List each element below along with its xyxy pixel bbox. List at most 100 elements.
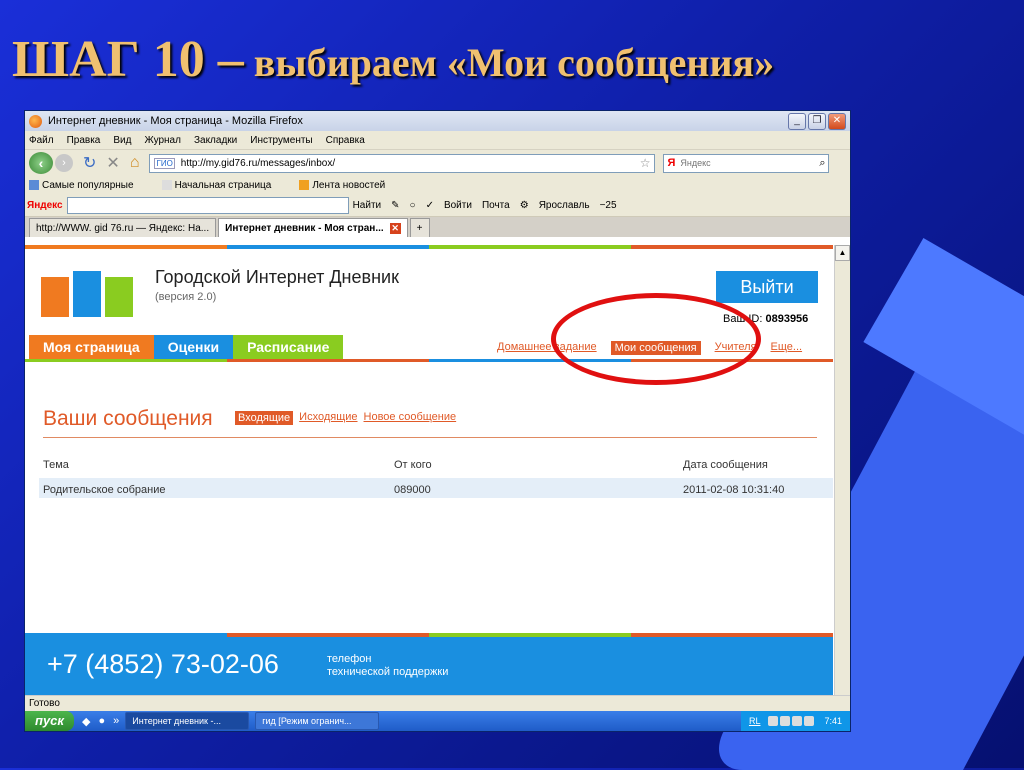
yandex-logo[interactable]: Яндекс xyxy=(27,200,63,211)
navigation-toolbar: ‹ › ↻ ✕ ⌂ ГИО ☆ Я ⌕ xyxy=(25,150,850,176)
browser-window: Интернет дневник - Моя страница - Mozill… xyxy=(24,110,851,732)
firefox-icon xyxy=(29,114,42,128)
bookmark-star-icon[interactable]: ☆ xyxy=(640,156,651,170)
close-button[interactable]: ✕ xyxy=(828,112,846,130)
window-title: Интернет дневник - Моя страница - Mozill… xyxy=(48,115,303,127)
scroll-up-icon[interactable]: ▲ xyxy=(835,245,850,261)
new-tab-button[interactable]: + xyxy=(409,218,430,237)
tab-schedule[interactable]: Расписание xyxy=(233,335,344,359)
check-icon[interactable]: ✓ xyxy=(426,200,434,211)
search-input[interactable] xyxy=(678,157,820,169)
support-line: технической поддержки xyxy=(327,666,449,678)
nav-more[interactable]: Еще... xyxy=(771,341,803,355)
menu-bookmarks[interactable]: Закладки xyxy=(194,135,237,146)
bookmarks-toolbar: Самые популярные Начальная страница Лент… xyxy=(25,176,850,194)
quick-launch-icon[interactable]: » xyxy=(113,715,119,727)
site-title: Городской Интернет Дневник xyxy=(155,267,399,287)
status-bar: Готово xyxy=(25,695,850,712)
quick-launch-icon[interactable]: ◆ xyxy=(82,715,90,728)
tray-icon[interactable] xyxy=(804,716,815,726)
reload-icon[interactable]: ↻ xyxy=(83,153,96,173)
vertical-scrollbar[interactable]: ▲ xyxy=(834,245,850,695)
tab-grades[interactable]: Оценки xyxy=(153,335,234,359)
bookmark-label: Начальная страница xyxy=(174,179,272,191)
tab-label: http://WWW. gid 76.ru — Яндекс: На... xyxy=(36,222,210,234)
yandex-search-icon: Я xyxy=(667,157,676,169)
bookmark-icon xyxy=(29,179,39,190)
yandex-mail-button[interactable]: Почта xyxy=(482,200,510,211)
menu-file[interactable]: Файл xyxy=(29,135,54,146)
start-button[interactable]: пуск xyxy=(25,711,74,731)
message-date: 2011-02-08 10:31:40 xyxy=(683,484,785,496)
column-header-date: Дата сообщения xyxy=(683,459,768,471)
messages-tabs: Входящие Исходящие Новое сообщение xyxy=(235,411,462,425)
bookmark-item[interactable]: Лента новостей xyxy=(299,180,399,191)
messages-heading: Ваши сообщения xyxy=(43,407,213,430)
tray-icon[interactable] xyxy=(792,716,803,726)
logout-button[interactable]: Выйти xyxy=(716,271,818,303)
column-header-from: От кого xyxy=(394,459,432,471)
tab-diary[interactable]: Интернет дневник - Моя стран... ✕ xyxy=(218,218,408,237)
gear-icon[interactable]: ⚙ xyxy=(520,200,529,211)
yandex-city: Ярославль xyxy=(538,199,590,211)
quick-launch-icon[interactable]: ● xyxy=(98,715,105,727)
weather-value: −25 xyxy=(599,199,617,211)
url-bar[interactable]: ГИО ☆ xyxy=(149,153,656,173)
tab-label: Интернет дневник - Моя стран... xyxy=(225,222,384,234)
menu-bar: Файл Правка Вид Журнал Закладки Инструме… xyxy=(25,131,850,150)
menu-view[interactable]: Вид xyxy=(113,135,131,146)
messages-inbox-tab[interactable]: Входящие xyxy=(235,411,294,425)
home-icon[interactable]: ⌂ xyxy=(130,154,140,172)
page-content: Городской Интернет Дневник (версия 2.0) … xyxy=(25,245,833,695)
taskbar: пуск ◆ ● » Интернет дневник -... гид [Ре… xyxy=(25,711,850,731)
message-from: 089000 xyxy=(394,484,431,496)
support-phone: +7 (4852) 73-02-06 xyxy=(47,649,279,679)
taskbar-button-presentation[interactable]: гид [Режим огранич... xyxy=(255,712,380,730)
site-version: (версия 2.0) xyxy=(155,291,217,303)
tray-icon[interactable] xyxy=(768,716,779,726)
message-subject[interactable]: Родительское собрание xyxy=(43,484,165,496)
tab-bar: http://WWW. gid 76.ru — Яндекс: На... Ин… xyxy=(25,217,850,237)
yandex-toolbar: Яндекс Найти ✎ ○ ✓ Войти Почта ⚙ Ярослав… xyxy=(25,194,850,217)
bookmark-label: Лента новостей xyxy=(312,179,386,191)
minimize-button[interactable]: _ xyxy=(788,112,806,130)
clock: 7:41 xyxy=(824,716,842,726)
search-bar[interactable]: Я ⌕ xyxy=(663,153,830,173)
support-label: телефон технической поддержки xyxy=(327,653,448,679)
column-header-subject: Тема xyxy=(43,459,69,471)
maximize-button[interactable]: ❐ xyxy=(808,112,826,130)
slide-title-step: ШАГ 10 – xyxy=(12,31,244,88)
menu-edit[interactable]: Правка xyxy=(67,135,101,146)
yandex-search-input[interactable] xyxy=(66,196,349,214)
system-tray: RL 7:41 xyxy=(740,711,850,731)
taskbar-button-firefox[interactable]: Интернет дневник -... xyxy=(125,712,250,730)
divider xyxy=(43,437,817,438)
highlight-circle xyxy=(551,293,761,385)
back-button[interactable]: ‹ xyxy=(29,152,53,174)
support-line: телефон xyxy=(327,653,372,665)
close-tab-icon[interactable]: ✕ xyxy=(389,222,401,234)
site-logo xyxy=(41,271,133,317)
forward-button[interactable]: › xyxy=(55,154,73,172)
menu-help[interactable]: Справка xyxy=(326,135,365,146)
menu-tools[interactable]: Инструменты xyxy=(250,135,312,146)
bookmark-item[interactable]: Начальная страница xyxy=(161,179,286,191)
yandex-login-button[interactable]: Войти xyxy=(444,200,472,211)
tab-my-page[interactable]: Моя страница xyxy=(29,335,154,359)
language-indicator[interactable]: RL xyxy=(749,716,761,726)
url-input[interactable] xyxy=(178,156,640,170)
page-icon xyxy=(161,179,172,190)
chat-icon[interactable]: ○ xyxy=(410,200,416,211)
yandex-find-button[interactable]: Найти xyxy=(353,200,382,211)
bookmark-item[interactable]: Самые популярные xyxy=(29,180,148,191)
menu-history[interactable]: Журнал xyxy=(144,135,181,146)
pencil-icon[interactable]: ✎ xyxy=(391,200,399,211)
tab-yandex[interactable]: http://WWW. gid 76.ru — Яндекс: На... xyxy=(29,218,217,237)
search-icon[interactable]: ⌕ xyxy=(819,157,825,170)
bookmark-label: Самые популярные xyxy=(42,179,134,191)
messages-outbox-tab[interactable]: Исходящие xyxy=(299,411,357,425)
new-message-link[interactable]: Новое сообщение xyxy=(364,411,457,425)
title-bar: Интернет дневник - Моя страница - Mozill… xyxy=(25,111,850,131)
stop-icon[interactable]: ✕ xyxy=(106,153,119,173)
tray-icon[interactable] xyxy=(780,716,791,726)
